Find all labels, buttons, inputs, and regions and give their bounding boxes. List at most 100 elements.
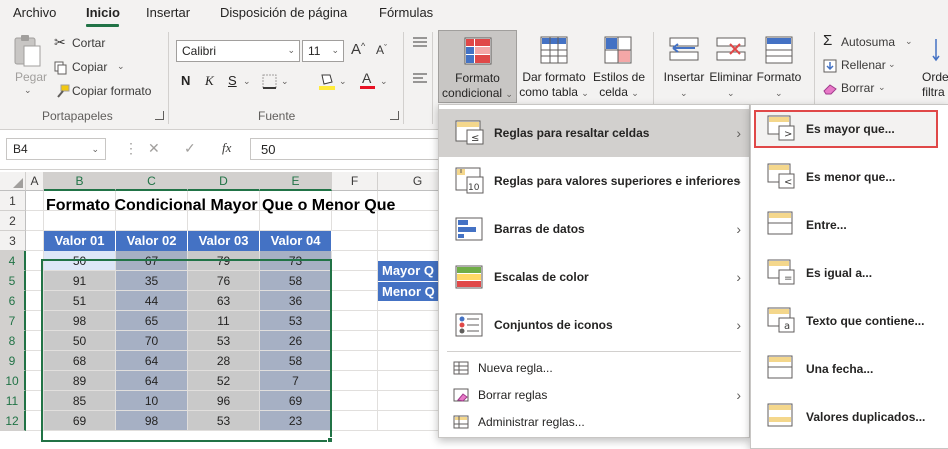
row-header[interactable]: 6 (0, 291, 26, 311)
row-header[interactable]: 9 (0, 351, 26, 371)
table-header-cell[interactable]: Valor 04 (260, 231, 332, 251)
clipboard-launcher-icon[interactable] (155, 111, 164, 120)
row-header[interactable]: 4 (0, 251, 26, 271)
tab-insertar[interactable]: Insertar (146, 5, 190, 20)
row-header[interactable]: 2 (0, 211, 26, 231)
font-name-select[interactable]: Calibri ⌄ (176, 40, 300, 62)
fill-color-icon[interactable] (318, 72, 336, 92)
table-cell[interactable]: 69 (44, 411, 116, 431)
table-cell[interactable]: 50 (44, 331, 116, 351)
table-cell[interactable]: 96 (188, 391, 260, 411)
table-cell[interactable]: 64 (116, 371, 188, 391)
font-color-button[interactable]: A (360, 70, 376, 90)
table-cell[interactable]: 79 (188, 251, 260, 271)
shrink-font-button[interactable]: Aˇ (376, 43, 387, 57)
side-label-menor[interactable]: Menor Q (378, 281, 438, 301)
submenu-between[interactable]: Entre... (751, 206, 948, 244)
cancel-icon[interactable]: ✕ (148, 140, 160, 157)
fill-handle[interactable] (327, 437, 333, 443)
underline-button[interactable]: S (228, 73, 237, 88)
menu-highlight-cell-rules[interactable]: ≤ Reglas para resaltar celdas › (439, 109, 749, 157)
side-label-mayor[interactable]: Mayor Q (378, 261, 438, 281)
table-cell[interactable]: 76 (188, 271, 260, 291)
clear-button[interactable]: Borrar ⌄ (823, 81, 913, 97)
table-cell[interactable]: 73 (260, 251, 332, 271)
tab-formulas[interactable]: Fórmulas (379, 5, 433, 20)
insert-function-icon[interactable]: fx (222, 140, 231, 156)
insert-cells-button[interactable]: Insertar ⌄ (660, 30, 708, 103)
bold-button[interactable]: N (181, 73, 190, 88)
menu-color-scales[interactable]: Escalas de color › (439, 253, 749, 301)
tab-inicio[interactable]: Inicio (86, 5, 120, 20)
table-cell[interactable]: 58 (260, 271, 332, 291)
column-header[interactable]: F (332, 172, 378, 191)
row-header[interactable]: 5 (0, 271, 26, 291)
tab-archivo[interactable]: Archivo (13, 5, 56, 20)
table-header-cell[interactable]: Valor 02 (116, 231, 188, 251)
table-cell[interactable]: 11 (188, 311, 260, 331)
submenu-less-than[interactable]: < Es menor que... (751, 158, 948, 196)
table-cell[interactable]: 51 (44, 291, 116, 311)
table-cell[interactable]: 58 (260, 351, 332, 371)
row-header[interactable]: 7 (0, 311, 26, 331)
row-header[interactable]: 3 (0, 231, 26, 251)
table-cell[interactable]: 64 (116, 351, 188, 371)
submenu-text-contains[interactable]: a Texto que contiene... (751, 302, 948, 340)
cell-styles-button[interactable]: Estilos de celda ⌄ (590, 30, 648, 103)
table-cell[interactable]: 53 (188, 411, 260, 431)
paste-button[interactable]: Pegar ⌄ (10, 34, 47, 95)
align-left-icon[interactable] (412, 72, 428, 86)
table-cell[interactable]: 63 (188, 291, 260, 311)
submenu-date[interactable]: Una fecha... (751, 350, 948, 388)
fill-color-dropdown-icon[interactable]: ⌄ (339, 76, 347, 87)
autosum-button[interactable]: Σ Autosuma ⌄ (823, 32, 913, 51)
table-cell[interactable]: 98 (44, 311, 116, 331)
select-all-corner[interactable] (0, 172, 26, 191)
conditional-format-button[interactable]: Formato condicional ⌄ (438, 30, 517, 103)
submenu-duplicates[interactable]: Valores duplicados... (751, 398, 948, 436)
format-cells-button[interactable]: Formato ⌄ (755, 30, 803, 103)
table-cell[interactable]: 23 (260, 411, 332, 431)
column-header[interactable]: C (116, 172, 188, 191)
table-cell[interactable]: 53 (260, 311, 332, 331)
fill-button[interactable]: Rellenar ⌄ (823, 58, 913, 74)
table-cell[interactable]: 69 (260, 391, 332, 411)
table-cell[interactable]: 35 (116, 271, 188, 291)
copy-button[interactable]: Copiar ⌄ (54, 60, 134, 76)
submenu-equal-to[interactable]: = Es igual a... (751, 254, 948, 292)
menu-clear-rules[interactable]: Borrar reglas › (439, 382, 749, 408)
column-header[interactable]: B (44, 172, 116, 191)
table-header-cell[interactable]: Valor 01 (44, 231, 116, 251)
table-cell[interactable]: 67 (116, 251, 188, 271)
borders-dropdown-icon[interactable]: ⌄ (281, 76, 289, 87)
row-header[interactable]: 10 (0, 371, 26, 391)
row-header[interactable]: 8 (0, 331, 26, 351)
table-cell[interactable]: 50 (44, 251, 116, 271)
font-size-select[interactable]: 11 ⌄ (302, 40, 344, 62)
column-header[interactable]: D (188, 172, 260, 191)
italic-button[interactable]: K (205, 73, 214, 89)
menu-new-rule[interactable]: Nueva regla... (439, 355, 749, 381)
table-cell[interactable]: 85 (44, 391, 116, 411)
grow-font-button[interactable]: A^ (351, 41, 365, 58)
font-launcher-icon[interactable] (390, 111, 399, 120)
column-header[interactable]: A (26, 172, 44, 191)
underline-dropdown-icon[interactable]: ⌄ (243, 76, 251, 87)
sort-filter-button[interactable]: Orde filtra (918, 30, 948, 103)
table-cell[interactable]: 68 (44, 351, 116, 371)
table-cell[interactable]: 28 (188, 351, 260, 371)
table-cell[interactable]: 26 (260, 331, 332, 351)
menu-icon-sets[interactable]: Conjuntos de iconos › (439, 301, 749, 349)
menu-manage-rules[interactable]: Administrar reglas... (439, 409, 749, 435)
submenu-greater-than[interactable]: > Es mayor que... (751, 110, 948, 148)
menu-top-bottom-rules[interactable]: 10 Reglas para valores superiores e infe… (439, 157, 749, 205)
borders-icon[interactable] (262, 74, 278, 90)
table-cell[interactable]: 36 (260, 291, 332, 311)
delete-cells-button[interactable]: Eliminar ⌄ (708, 30, 754, 103)
column-header[interactable]: E (260, 172, 332, 191)
table-cell[interactable]: 91 (44, 271, 116, 291)
tab-disposicion[interactable]: Disposición de página (220, 5, 347, 20)
font-color-dropdown-icon[interactable]: ⌄ (380, 76, 388, 87)
table-header-cell[interactable]: Valor 03 (188, 231, 260, 251)
enter-icon[interactable]: ✓ (184, 140, 196, 157)
